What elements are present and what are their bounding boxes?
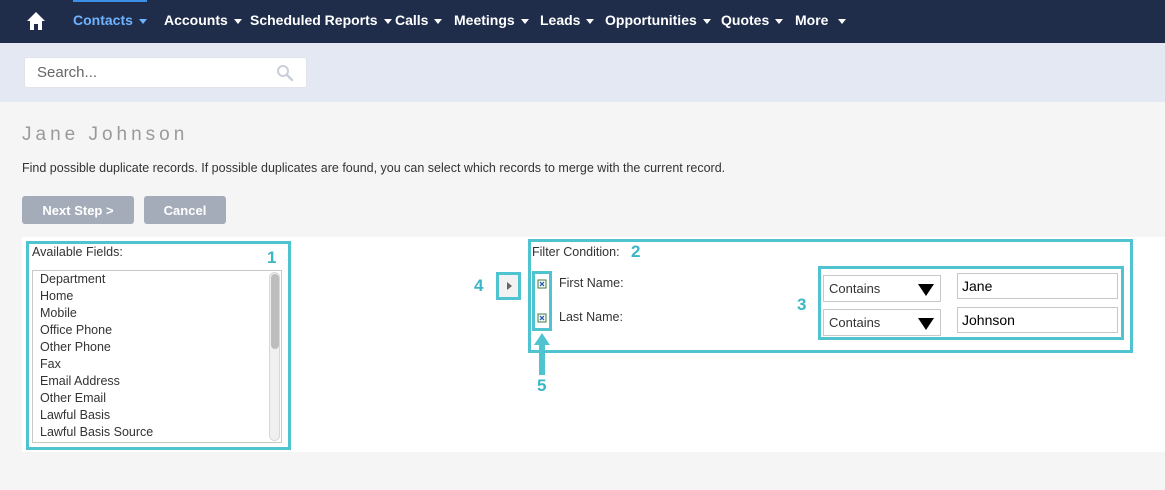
chevron-down-icon [775, 18, 784, 24]
nav-label: Opportunities [605, 12, 697, 28]
list-item[interactable]: Home [33, 288, 281, 305]
page-description: Find possible duplicate records. If poss… [22, 161, 726, 175]
cancel-button[interactable]: Cancel [144, 196, 226, 224]
nav-label: Meetings [454, 12, 515, 28]
chevron-down-icon [138, 18, 147, 24]
list-item[interactable]: Lawful Basis [33, 407, 281, 424]
chevron-down-icon [434, 18, 443, 24]
nav-item-calls[interactable]: Calls [395, 0, 443, 43]
nav-item-quotes[interactable]: Quotes [721, 0, 784, 43]
operator-select-first-name[interactable]: Contains [823, 275, 941, 302]
search-box [24, 57, 307, 88]
list-item[interactable]: Mobile [33, 305, 281, 322]
page-title: Jane Johnson [22, 124, 189, 145]
marker-3: 3 [797, 295, 807, 314]
nav-label: Quotes [721, 12, 770, 28]
top-navbar: Contacts Accounts Scheduled Reports Call… [0, 0, 1165, 43]
value-input-first-name[interactable] [957, 273, 1118, 299]
delete-icon[interactable] [537, 279, 547, 289]
marker-2: 2 [631, 242, 641, 261]
chevron-down-icon [838, 18, 847, 24]
list-item[interactable]: Other Email [33, 390, 281, 407]
condition-label-last-name: Last Name: [559, 310, 623, 324]
available-fields-label: Available Fields: [32, 245, 123, 259]
marker-4: 4 [474, 276, 484, 295]
nav-item-opportunities[interactable]: Opportunities [605, 0, 711, 43]
nav-label: Contacts [73, 12, 133, 28]
dropdown-arrow-icon [918, 318, 934, 330]
nav-label: More [795, 12, 829, 28]
available-fields-list[interactable]: Department Home Mobile Office Phone Othe… [32, 270, 282, 443]
operator-select-last-name[interactable]: Contains [823, 309, 941, 336]
list-item[interactable]: Lawful Basis Source [33, 424, 281, 441]
nav-item-scheduled-reports[interactable]: Scheduled Reports [250, 0, 392, 43]
chevron-down-icon [233, 18, 242, 24]
nav-item-meetings[interactable]: Meetings [454, 0, 529, 43]
nav-label: Leads [540, 12, 581, 28]
search-input[interactable] [25, 58, 265, 87]
list-item[interactable]: Other Phone [33, 339, 281, 356]
nav-item-more[interactable]: More [795, 0, 847, 43]
nav-label: Calls [395, 12, 429, 28]
operator-value: Contains [829, 315, 881, 330]
list-item[interactable]: Email Address [33, 373, 281, 390]
chevron-down-icon [383, 18, 392, 24]
nav-item-contacts[interactable]: Contacts [73, 0, 147, 43]
chevron-down-icon [702, 18, 711, 24]
list-item[interactable]: Office Phone [33, 322, 281, 339]
delete-icon[interactable] [537, 313, 547, 323]
search-icon[interactable] [276, 64, 294, 82]
nav-label: Scheduled Reports [250, 12, 378, 28]
operator-value: Contains [829, 281, 881, 296]
chevron-down-icon [520, 18, 529, 24]
marker-5: 5 [537, 376, 547, 395]
filter-condition-label: Filter Condition: [532, 245, 620, 259]
dropdown-arrow-icon [918, 284, 934, 296]
list-item[interactable]: Department [33, 271, 281, 288]
arrow-right-icon [507, 282, 512, 290]
next-step-button[interactable]: Next Step > [22, 196, 134, 224]
marker-1: 1 [267, 248, 277, 267]
list-item[interactable]: Fax [33, 356, 281, 373]
home-icon[interactable] [26, 11, 46, 31]
nav-label: Accounts [164, 12, 228, 28]
scrollbar[interactable] [269, 272, 280, 441]
add-field-arrow-button[interactable] [496, 272, 521, 300]
nav-item-leads[interactable]: Leads [540, 0, 595, 43]
scrollbar-thumb[interactable] [271, 274, 279, 349]
value-input-last-name[interactable] [957, 307, 1118, 333]
condition-label-first-name: First Name: [559, 276, 624, 290]
search-bar-area [0, 43, 1165, 102]
chevron-down-icon [586, 18, 595, 24]
nav-item-accounts[interactable]: Accounts [164, 0, 242, 43]
arrow-up-icon [534, 333, 550, 375]
